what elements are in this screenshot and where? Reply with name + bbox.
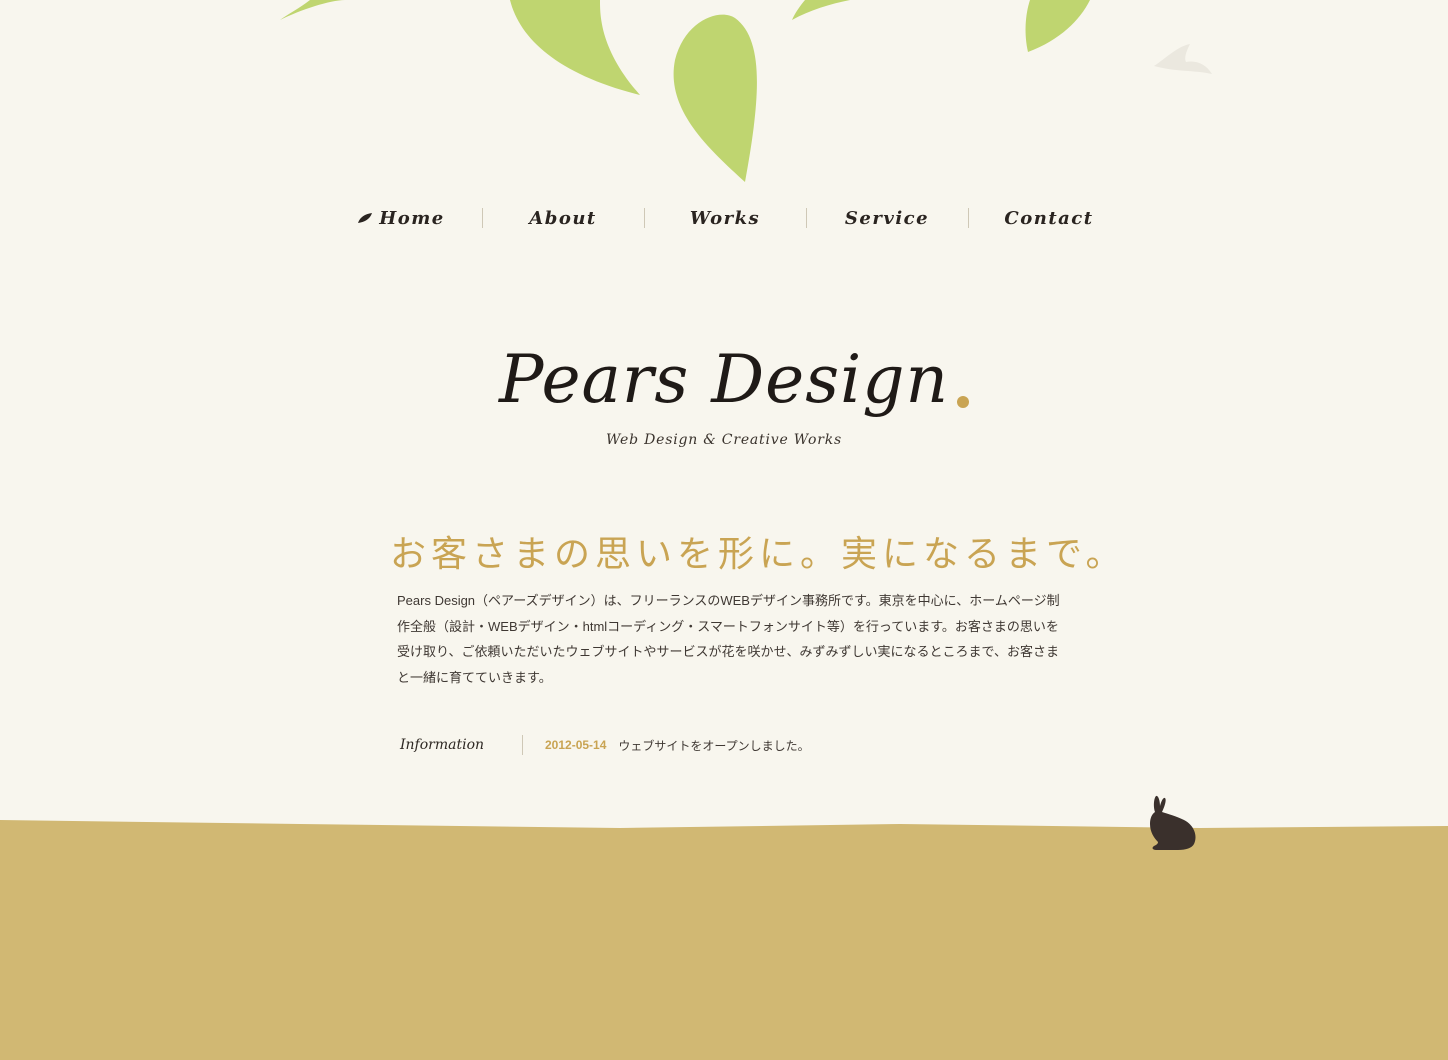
tagline: Web Design & Creative Works — [605, 432, 843, 448]
nav-service-label: Service — [844, 207, 930, 229]
nav-service[interactable]: Service — [806, 196, 968, 240]
nav-works[interactable]: Works — [644, 196, 806, 240]
leaf-shape — [673, 14, 757, 182]
leaf-icon — [358, 213, 373, 223]
nav-contact[interactable]: Contact — [968, 196, 1130, 240]
information-label: Information — [400, 737, 485, 753]
rabbit-icon — [1150, 795, 1196, 850]
leaf-shape — [792, 0, 850, 20]
leaf-shape — [1025, 0, 1090, 52]
hero-headline: お客さまの思いを形に。実になるまで。 — [390, 534, 1127, 575]
news-text[interactable]: ウェブサイトをオープンしました。 — [618, 737, 809, 754]
news-date: 2012-05-14 — [545, 738, 607, 752]
logo-text: Pears Design — [499, 341, 949, 418]
site-logo[interactable]: Pears Design — [499, 330, 969, 430]
nav-home[interactable]: Home — [320, 196, 482, 240]
nav-about[interactable]: About — [482, 196, 644, 240]
nav-home-label: Home — [379, 207, 445, 229]
leaf-shape — [510, 0, 640, 95]
nav-works-label: Works — [689, 207, 761, 229]
ground-decoration — [0, 820, 1448, 1060]
main-nav: Home About Works Service Contact — [320, 196, 1130, 240]
logo-area: Pears Design — [0, 330, 1448, 430]
hero-paragraph: Pears Design（ペアーズデザイン）は、フリーランスのWEBデザイン事務… — [397, 593, 1060, 685]
logo-dot — [956, 396, 969, 408]
nav-contact-label: Contact — [1004, 207, 1094, 229]
information-bar: Information 2012-05-14 ウェブサイトをオープンしました。 — [400, 730, 810, 760]
leaf-shape — [280, 0, 345, 20]
nav-about-label: About — [529, 207, 597, 229]
leaves-decoration — [280, 0, 1090, 182]
divider — [522, 735, 523, 755]
bird-icon — [1154, 44, 1212, 74]
